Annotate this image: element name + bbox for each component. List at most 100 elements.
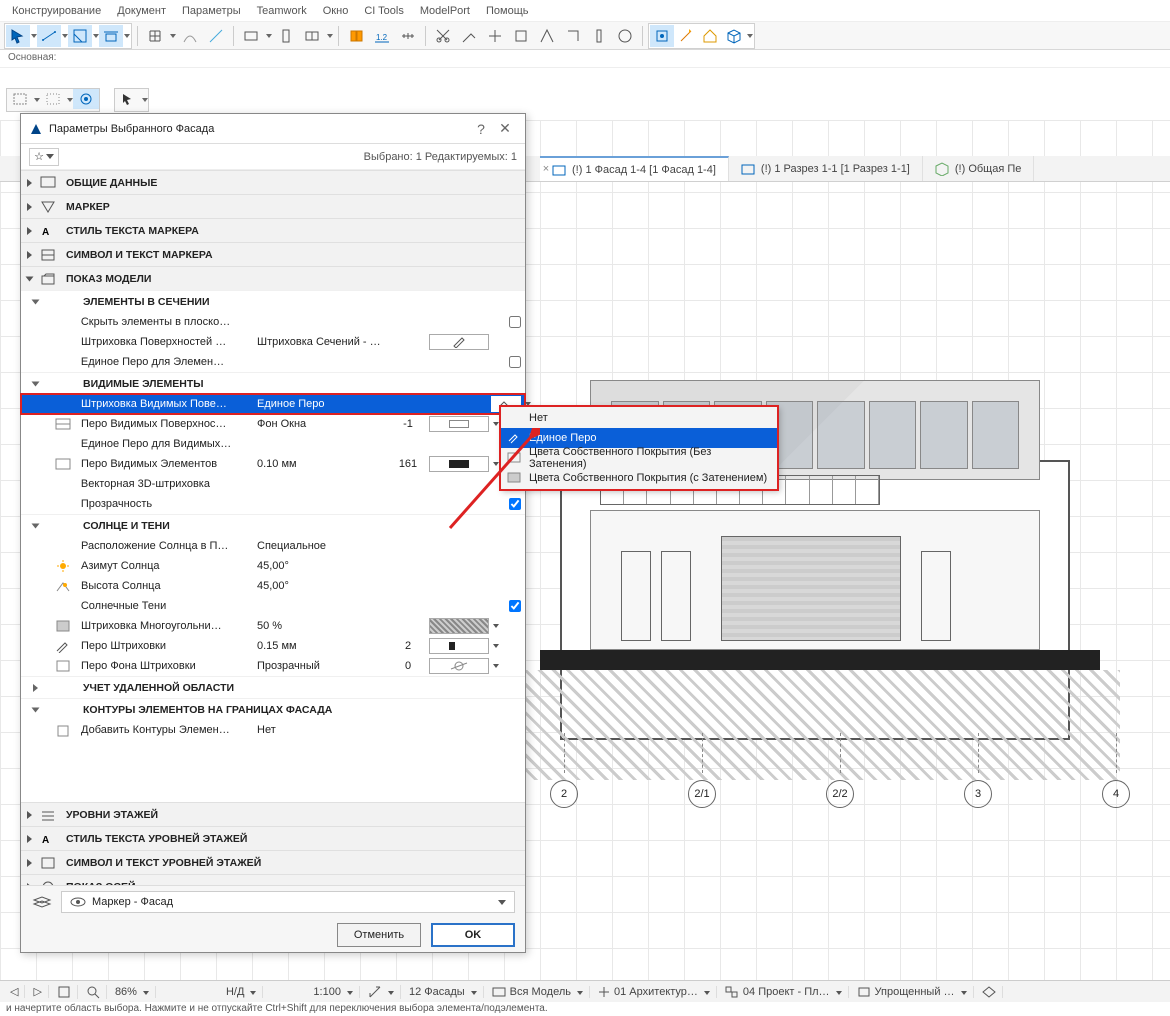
scale-field[interactable]: 1:100 [307,986,360,998]
ruler-icon[interactable] [396,25,420,47]
section-story-symbol[interactable]: СИМВОЛ И ТЕКСТ УРОВНЕЙ ЭТАЖЕЙ [21,850,525,874]
dim-icon[interactable]: 1.2 [370,25,394,47]
tab-facade-1-4[interactable]: (!) 1 Фасад 1-4 [1 Фасад 1-4] [540,156,729,181]
sel-mode-2[interactable] [40,89,66,109]
tool-hatch[interactable] [68,25,92,47]
grid-icon[interactable] [143,25,167,47]
tab-general[interactable]: (!) Общая Пе [923,156,1035,181]
tool-dimx-drop[interactable] [61,25,68,47]
group-boundary-contours[interactable]: КОНТУРЫ ЭЛЕМЕНТОВ НА ГРАНИЦАХ ФАСАДА [21,698,525,720]
cut-icon[interactable] [431,25,455,47]
mod7-icon[interactable] [613,25,637,47]
pen-color-swatch[interactable] [429,416,489,432]
home-icon[interactable] [698,25,722,47]
ok-button[interactable]: OK [431,923,515,947]
help-button[interactable]: ? [469,121,493,137]
row-fill-bg-pen[interactable]: Перо Фона ШтриховкиПрозрачный0 [21,656,525,676]
menu-params[interactable]: Параметры [174,3,249,19]
rect-icon[interactable] [239,25,263,47]
grid-drop[interactable] [169,25,176,47]
menu-modelport[interactable]: ModelPort [412,3,478,19]
menu-window[interactable]: Окно [315,3,357,19]
section-general[interactable]: ОБЩИЕ ДАННЫЕ [21,170,525,194]
group-visible-elements[interactable]: ВИДИМЫЕ ЭЛЕМЕНТЫ [21,372,525,394]
row-sun-azimuth[interactable]: Азимут Солнца45,00° [21,556,525,576]
tool-layer[interactable] [99,25,123,47]
section-story-text-style[interactable]: AСТИЛЬ ТЕКСТА УРОВНЕЙ ЭТАЖЕЙ [21,826,525,850]
tool-arrow-drop[interactable] [30,25,37,47]
row-visible-surface-pen[interactable]: Перо Видимых Поверхнос…Фон Окна-1 [21,414,525,434]
sel-mode-3[interactable] [73,89,99,109]
row-sun-position[interactable]: Расположение Солнца в П…Специальное [21,536,525,556]
menu-document[interactable]: Документ [109,3,174,19]
popup-item-own-shade[interactable]: Цвета Собственного Покрытия (с Затенение… [501,468,777,488]
door-icon[interactable] [274,25,298,47]
tool-hatch-drop[interactable] [92,25,99,47]
curve-icon[interactable] [178,25,202,47]
menu-citool[interactable]: CI Tools [356,3,412,19]
row-vector-3d[interactable]: Векторная 3D-штриховка [21,474,525,494]
row-visible-elem-pen[interactable]: Перо Видимых Элементов0.10 мм161 [21,454,525,474]
popup-item-own-no-shade[interactable]: Цвета Собственного Покрытия (Без Затенен… [501,448,777,468]
row-hide-elements[interactable]: Скрыть элементы в плоско… [21,312,525,332]
view-field[interactable]: 12 Фасады [403,986,484,998]
single-pen-checkbox[interactable] [509,356,521,368]
nav-right[interactable]: ▷ [27,985,48,998]
nd-field[interactable]: Н/Д [220,986,263,998]
col-icon[interactable] [344,25,368,47]
snap-icon[interactable] [650,25,674,47]
row-shadow-fill[interactable]: Штриховка Многоугольни…50 % [21,616,525,636]
section-story-levels[interactable]: УРОВНИ ЭТАЖЕЙ [21,802,525,826]
arch-field[interactable]: 01 Архитектур… [592,986,717,998]
row-fill-pen[interactable]: Перо Штриховки0.15 мм2 [21,636,525,656]
fill-edit-icon[interactable] [429,334,489,350]
menu-teamwork[interactable]: Teamwork [249,3,315,19]
nav-left[interactable]: ◁ [4,985,25,998]
close-button[interactable]: ✕ [493,120,517,137]
popup-item-none[interactable]: Нет [501,408,777,428]
misc-field[interactable] [976,986,1003,998]
proj-field[interactable]: 04 Проект - Пл… [719,986,849,998]
transparency-checkbox[interactable] [509,498,521,510]
fillpen-swatch[interactable] [429,638,489,654]
row-single-pen-visible[interactable]: Единое Перо для Видимых… [21,434,525,454]
line-icon[interactable] [204,25,228,47]
row-sun-altitude[interactable]: Высота Солнца45,00° [21,576,525,596]
tool-layer-drop[interactable] [123,25,130,47]
pointer-icon[interactable] [115,89,141,109]
mod1-icon[interactable] [457,25,481,47]
scale-tool[interactable] [362,985,401,999]
cancel-button[interactable]: Отменить [337,923,421,947]
row-sun-shadows[interactable]: Солнечные Тени [21,596,525,616]
sun-shadows-checkbox[interactable] [509,600,521,612]
hide-elements-checkbox[interactable] [509,316,521,328]
simpl-field[interactable]: Упрощенный … [851,986,974,998]
cube-icon[interactable] [722,25,746,47]
win-icon[interactable] [300,25,324,47]
popup-item-single-pen[interactable]: Единое Перо [501,428,777,448]
mod5-icon[interactable] [561,25,585,47]
row-transparency[interactable]: Прозрачность [21,494,525,514]
fillbg-swatch[interactable] [429,658,489,674]
mod2-icon[interactable] [483,25,507,47]
magic-icon[interactable] [674,25,698,47]
dialog-titlebar[interactable]: Параметры Выбранного Фасада ? ✕ [21,114,525,144]
menu-construct[interactable]: Конструирование [4,3,109,19]
section-marker-text-style[interactable]: AСТИЛЬ ТЕКСТА МАРКЕРА [21,218,525,242]
zoom-tool[interactable] [80,985,107,999]
tool-dimx[interactable] [37,25,61,47]
group-sun-shadows[interactable]: СОЛНЦЕ И ТЕНИ [21,514,525,536]
mod6-icon[interactable] [587,25,611,47]
section-marker[interactable]: МАРКЕР [21,194,525,218]
pen-swatch-161[interactable] [429,456,489,472]
marker-type-field[interactable]: Маркер - Фасад [61,891,515,913]
tab-section-1-1[interactable]: (!) 1 Разрез 1-1 [1 Разрез 1-1] [729,156,923,181]
mod4-icon[interactable] [535,25,559,47]
menu-help[interactable]: Помощь [478,3,537,19]
favorite-button[interactable]: ☆ [29,148,59,166]
section-marker-symbol[interactable]: СИМВОЛ И ТЕКСТ МАРКЕРА [21,242,525,266]
zoom-fit[interactable] [51,985,78,999]
sel-mode-1[interactable] [7,89,33,109]
zoom-value[interactable]: 86% [109,986,156,998]
section-model-display[interactable]: ПОКАЗ МОДЕЛИ [21,266,525,290]
